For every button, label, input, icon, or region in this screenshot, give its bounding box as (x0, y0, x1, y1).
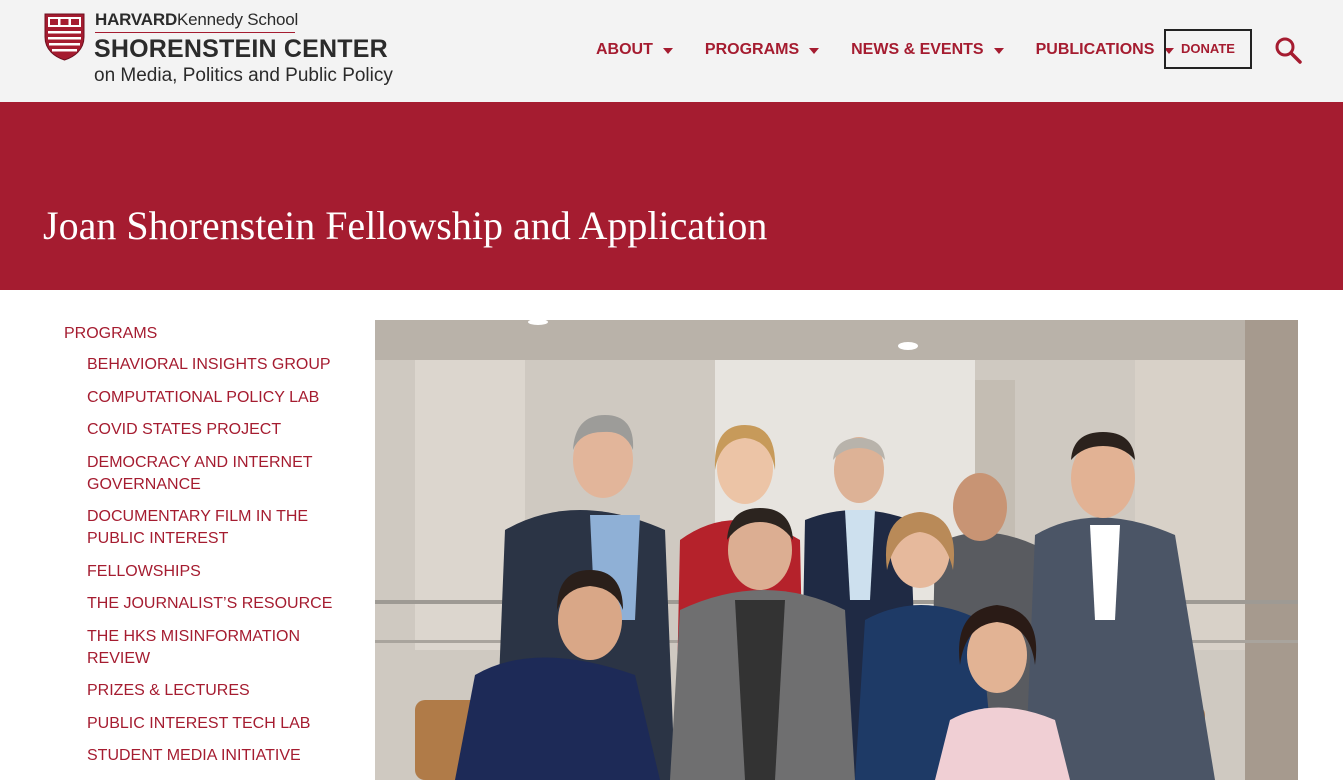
sidebar-item-covid-states-project[interactable]: COVID STATES PROJECT (87, 419, 344, 441)
nav-item-news-events[interactable]: NEWS & EVENTS (851, 41, 1004, 59)
nav-item-programs[interactable]: PROGRAMS (704, 41, 820, 59)
sidebar-heading-programs[interactable]: PROGRAMS (64, 322, 344, 346)
fellows-group-photo (375, 320, 1298, 780)
sidebar-item-fellowships[interactable]: FELLOWSHIPS (87, 561, 344, 583)
logo-center-name: SHORENSTEIN CENTER (94, 35, 388, 63)
logo-school-name: HARVARDKennedy School (95, 10, 299, 29)
sidebar-item-student-media-initiative[interactable]: STUDENT MEDIA INITIATIVE (87, 745, 344, 767)
sidebar-nav: PROGRAMS BEHAVIORAL INSIGHTS GROUP COMPU… (64, 322, 344, 778)
nav-item-about[interactable]: ABOUT (596, 41, 673, 59)
sidebar-item-democracy-internet-governance[interactable]: DEMOCRACY AND INTERNET GOVERNANCE (87, 452, 344, 496)
caret-down-icon (662, 48, 673, 54)
sidebar-list: BEHAVIORAL INSIGHTS GROUP COMPUTATIONAL … (64, 354, 344, 767)
logo-tagline: on Media, Politics and Public Policy (94, 65, 393, 86)
nav-item-publications[interactable]: PUBLICATIONS (1036, 41, 1175, 59)
sidebar-item-misinformation-review[interactable]: THE HKS MISINFORMATION REVIEW (87, 626, 344, 670)
caret-down-icon (993, 48, 1004, 54)
sidebar-item-computational-policy-lab[interactable]: COMPUTATIONAL POLICY LAB (87, 387, 344, 409)
group-photo-illustration (375, 320, 1298, 780)
search-icon[interactable] (1274, 36, 1302, 64)
logo-divider (95, 32, 295, 33)
site-logo[interactable]: HARVARDKennedy School SHORENSTEIN CENTER… (44, 10, 424, 90)
sidebar-item-behavioral-insights-group[interactable]: BEHAVIORAL INSIGHTS GROUP (87, 354, 344, 376)
main-nav: ABOUT PROGRAMS NEWS & EVENTS PUBLICATION… (596, 38, 1206, 62)
donate-button[interactable]: DONATE (1164, 29, 1252, 69)
site-header: HARVARDKennedy School SHORENSTEIN CENTER… (0, 0, 1343, 102)
page-hero: Joan Shorenstein Fellowship and Applicat… (0, 102, 1343, 290)
sidebar-item-public-interest-tech-lab[interactable]: PUBLIC INTEREST TECH LAB (87, 713, 344, 735)
page-title: Joan Shorenstein Fellowship and Applicat… (43, 203, 768, 248)
harvard-shield-icon (44, 13, 85, 61)
caret-down-icon (809, 48, 820, 54)
sidebar-item-journalists-resource[interactable]: THE JOURNALIST’S RESOURCE (87, 593, 344, 615)
nav-item-label: PROGRAMS (704, 41, 800, 58)
nav-item-label: PUBLICATIONS (1035, 41, 1155, 58)
nav-item-label: ABOUT (596, 41, 653, 58)
sidebar-item-documentary-film[interactable]: DOCUMENTARY FILM IN THE PUBLIC INTEREST (87, 506, 344, 550)
nav-item-label: NEWS & EVENTS (851, 41, 984, 58)
sidebar-item-prizes-lectures[interactable]: PRIZES & LECTURES (87, 680, 344, 702)
